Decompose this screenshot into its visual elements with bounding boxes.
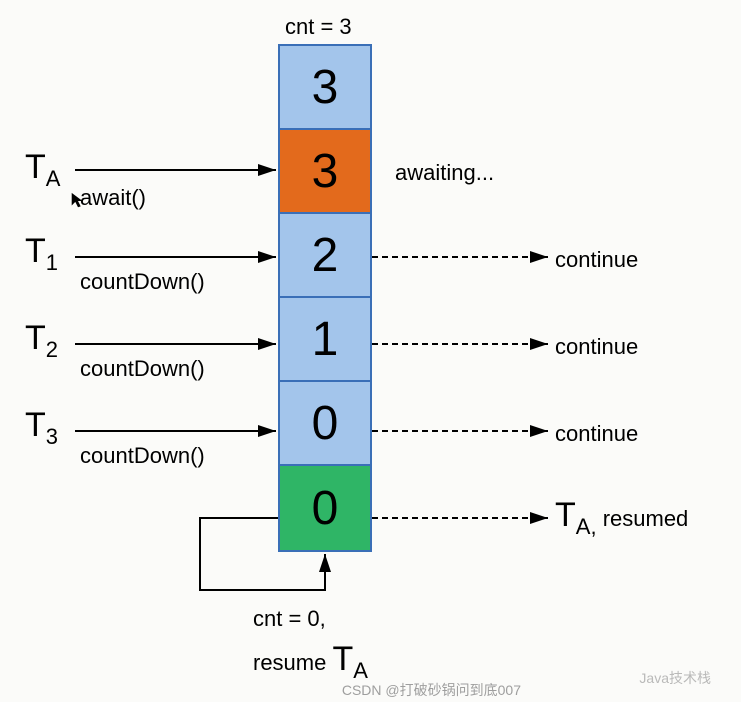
watermark-csdn: CSDN @打破砂锅问到底007 [342,680,521,700]
counter-stack: 3 3 2 1 0 0 [278,44,372,552]
resume-ta-label: resume TA [253,640,368,684]
thread-t2-label: T2 [25,319,58,363]
thread-t1-method: countDown() [80,269,205,295]
thread-t1-label: T1 [25,232,58,276]
thread-ta-method: await() [80,185,146,211]
thread-ta-label: TA [25,148,60,192]
cursor-icon [70,192,86,210]
cell-4: 0 [280,382,370,466]
cell-3: 1 [280,298,370,382]
continue-3-label: continue [555,421,638,447]
watermark-java: Java技术栈 [639,668,711,688]
cell-0: 3 [280,46,370,130]
thread-t3-method: countDown() [80,443,205,469]
cell-2: 2 [280,214,370,298]
awaiting-label: awaiting... [395,160,494,186]
cnt-zero-label: cnt = 0, [253,606,326,632]
continue-2-label: continue [555,334,638,360]
thread-t2-method: countDown() [80,356,205,382]
cell-5: 0 [280,466,370,550]
resumed-label: TA, resumed [555,496,688,540]
cell-1: 3 [280,130,370,214]
continue-1-label: continue [555,247,638,273]
thread-t3-label: T3 [25,406,58,450]
cnt-top-label: cnt = 3 [285,14,352,40]
